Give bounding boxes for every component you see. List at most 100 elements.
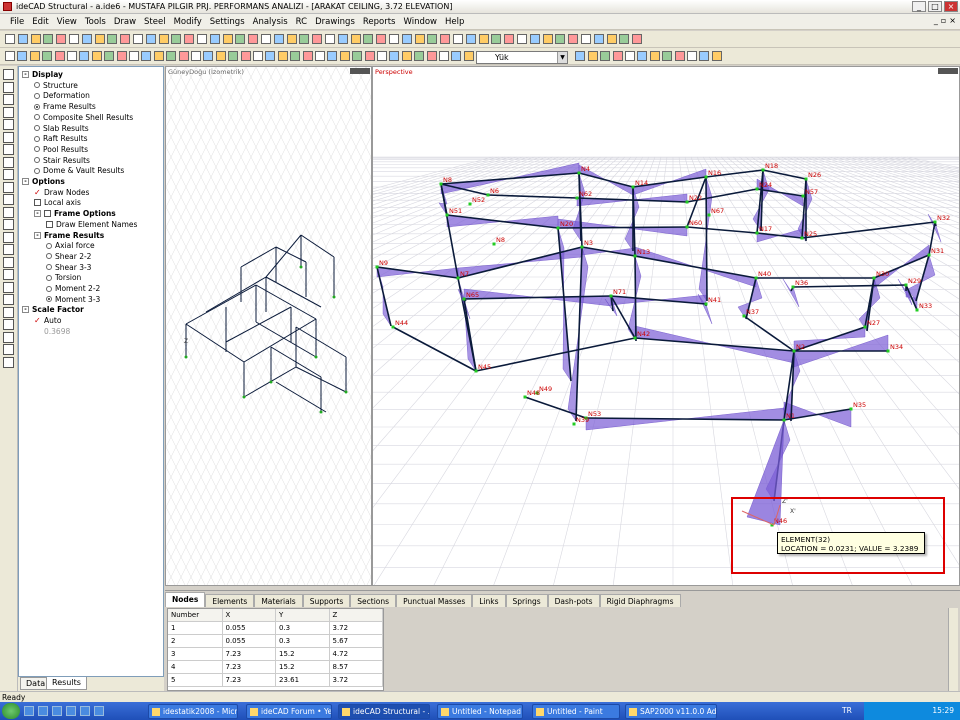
toolbar-tool-icon[interactable] [145, 34, 156, 44]
toolbar-tool-icon[interactable] [265, 51, 276, 61]
menu-edit[interactable]: Edit [28, 17, 52, 27]
checkbox-icon[interactable] [44, 210, 51, 218]
toolbar-tool-icon[interactable] [215, 51, 226, 61]
toolbar-tool-icon[interactable] [120, 34, 131, 44]
toolbar-tool-icon[interactable] [325, 34, 335, 44]
tree-node[interactable]: Draw Element Names [46, 220, 137, 229]
language-indicator[interactable]: TR [842, 702, 852, 720]
menu-analysis[interactable]: Analysis [249, 17, 292, 27]
radio-icon[interactable] [46, 274, 52, 281]
side-tool-icon[interactable] [3, 206, 14, 218]
collapse-icon[interactable]: - [22, 178, 29, 185]
tree-node[interactable]: Local axis [34, 198, 81, 207]
toolbar-tool-icon[interactable] [191, 51, 201, 61]
toolbar-tool-icon[interactable] [555, 34, 566, 44]
toolbar-tool-icon[interactable] [81, 34, 92, 44]
tree-node[interactable]: Frame Results [34, 102, 96, 111]
toolbar-tool-icon[interactable] [625, 51, 635, 61]
table-cell[interactable]: 4.72 [330, 648, 383, 660]
side-tool-icon[interactable] [3, 144, 14, 155]
toolbar-tool-icon[interactable] [286, 34, 297, 44]
side-tool-icon[interactable] [3, 94, 14, 105]
toolbar-tool-icon[interactable] [364, 51, 375, 61]
toolbar-tool-icon[interactable] [600, 51, 611, 61]
checkmark-icon[interactable]: ✓ [34, 188, 41, 197]
table-row[interactable]: 3 7.23 15.2 4.72 [168, 648, 383, 661]
table-cell[interactable]: 23.61 [276, 674, 330, 686]
menu-window[interactable]: Window [399, 17, 441, 27]
toolbar-tool-icon[interactable] [116, 51, 127, 61]
toolbar-tool-icon[interactable] [240, 51, 251, 61]
toolbar-tool-icon[interactable] [312, 34, 323, 44]
toolbar-tool-icon[interactable] [451, 51, 462, 61]
collapse-icon[interactable]: - [34, 210, 41, 218]
toolbar-tool-icon[interactable] [593, 34, 604, 44]
toolbar-tool-icon[interactable] [389, 51, 400, 61]
menu-draw[interactable]: Draw [110, 17, 140, 27]
toolbar-tool-icon[interactable] [197, 34, 207, 44]
radio-icon[interactable] [34, 103, 40, 110]
toolbar-tool-icon[interactable] [30, 34, 41, 44]
menu-modify[interactable]: Modify [170, 17, 206, 27]
tab-elements[interactable]: Elements [205, 594, 255, 607]
tree-node[interactable]: - Frame Results [34, 231, 104, 240]
quicklaunch-explorer-icon[interactable] [94, 706, 104, 716]
table-cell[interactable]: 0.055 [223, 635, 276, 647]
toolbar-tool-icon[interactable] [5, 51, 15, 61]
toolbar-tool-icon[interactable] [339, 51, 350, 61]
menu-settings[interactable]: Settings [206, 17, 249, 27]
task-button[interactable]: ideCAD Structural - ... [338, 704, 430, 719]
toolbar-tool-icon[interactable] [587, 51, 598, 61]
side-tool-icon[interactable] [3, 306, 14, 318]
side-tool-icon[interactable] [3, 169, 14, 180]
tab-materials[interactable]: Materials [254, 594, 303, 607]
toolbar-tool-icon[interactable] [662, 51, 673, 61]
radio-icon[interactable] [46, 285, 52, 292]
toolbar-tool-icon[interactable] [158, 34, 169, 44]
side-tool-icon[interactable] [3, 319, 14, 330]
tree-node[interactable]: Dome & Vault Results [34, 166, 124, 175]
tree-node[interactable]: ✓ Auto [34, 316, 61, 325]
tree-node[interactable]: Composite Shell Results [34, 113, 133, 122]
toolbar-tool-icon[interactable] [427, 34, 438, 44]
toolbar-tool-icon[interactable] [141, 51, 152, 61]
radio-icon[interactable] [46, 264, 52, 271]
table-cell[interactable]: 5 [168, 674, 223, 686]
minimize-button[interactable]: _ [912, 1, 926, 12]
close-button[interactable]: × [944, 1, 958, 12]
toolbar-tool-icon[interactable] [248, 34, 259, 44]
radio-icon[interactable] [34, 114, 40, 121]
isometric-viewport[interactable]: GüneyDoğu (İzometrik) Z [165, 66, 372, 586]
toolbar-tool-icon[interactable] [376, 34, 387, 44]
toolbar-tool-icon[interactable] [401, 34, 412, 44]
toolbar-tool-icon[interactable] [542, 34, 553, 44]
viewport-controls[interactable] [938, 68, 958, 74]
tab-supports[interactable]: Supports [302, 594, 351, 607]
tree-node[interactable]: Pool Results [34, 145, 88, 154]
toolbar-tool-icon[interactable] [253, 51, 263, 61]
toolbar-tool-icon[interactable] [453, 34, 463, 44]
toolbar-tool-icon[interactable] [465, 34, 476, 44]
child-close-button[interactable]: × [949, 16, 956, 25]
side-tool-icon[interactable] [3, 256, 14, 268]
table-cell[interactable]: 8.57 [330, 661, 383, 673]
toolbar-tool-icon[interactable] [302, 51, 313, 61]
menu-view[interactable]: View [53, 17, 81, 27]
task-button[interactable]: Untitled - Paint [532, 704, 620, 719]
toolbar-tool-icon[interactable] [568, 34, 579, 44]
toolbar-tool-icon[interactable] [17, 51, 28, 61]
radio-icon[interactable] [46, 253, 52, 260]
toolbar-tool-icon[interactable] [273, 34, 284, 44]
quicklaunch-firefox-icon[interactable] [80, 706, 90, 716]
toolbar-tool-icon[interactable] [290, 51, 301, 61]
table-cell[interactable]: 0.3 [276, 622, 330, 634]
table-cell[interactable]: 1 [168, 622, 223, 634]
menu-reports[interactable]: Reports [359, 17, 400, 27]
side-tool-icon[interactable] [3, 156, 14, 168]
toolbar-tool-icon[interactable] [363, 34, 374, 44]
tree-node[interactable]: Shear 2-2 [46, 252, 91, 261]
toolbar-tool-icon[interactable] [54, 51, 65, 61]
toolbar-tool-icon[interactable] [414, 34, 425, 44]
toolbar-tool-icon[interactable] [699, 51, 710, 61]
toolbar-tool-icon[interactable] [426, 51, 437, 61]
